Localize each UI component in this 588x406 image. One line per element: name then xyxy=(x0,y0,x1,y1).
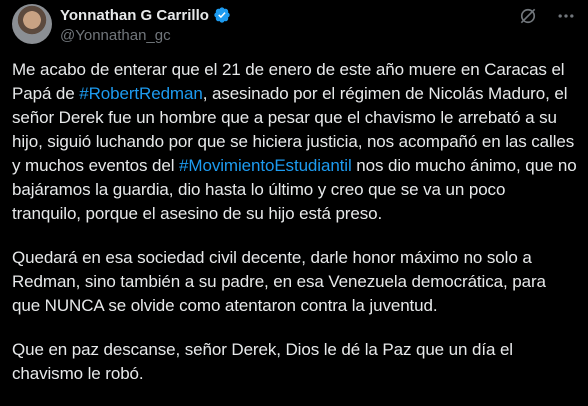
hashtag-link[interactable]: #RobertRedman xyxy=(79,84,203,103)
tweet-card: Yonnathan G Carrillo @Yonnathan_gc Me ac… xyxy=(0,0,588,405)
grok-icon[interactable] xyxy=(518,6,538,26)
tweet-paragraph-3: Que en paz descanse, señor Derek, Dios l… xyxy=(12,340,513,383)
name-row: Yonnathan G Carrillo xyxy=(60,5,231,25)
more-options-icon[interactable] xyxy=(556,6,576,26)
tweet-header: Yonnathan G Carrillo @Yonnathan_gc xyxy=(12,4,576,48)
handle[interactable]: @Yonnathan_gc xyxy=(60,27,231,44)
tweet-paragraph-1: Me acabo de enterar que el 21 de enero d… xyxy=(12,58,578,226)
verified-badge-icon[interactable] xyxy=(213,6,231,24)
tweet-text: Me acabo de enterar que el 21 de enero d… xyxy=(12,58,578,406)
avatar[interactable] xyxy=(12,4,52,44)
header-actions xyxy=(518,6,576,26)
hashtag-link[interactable]: #MovimientoEstudiantil xyxy=(179,156,352,175)
display-name[interactable]: Yonnathan G Carrillo xyxy=(60,7,209,24)
tweet-paragraph-2: Quedará en esa sociedad civil decente, d… xyxy=(12,248,546,315)
author-info: Yonnathan G Carrillo @Yonnathan_gc xyxy=(60,5,231,44)
